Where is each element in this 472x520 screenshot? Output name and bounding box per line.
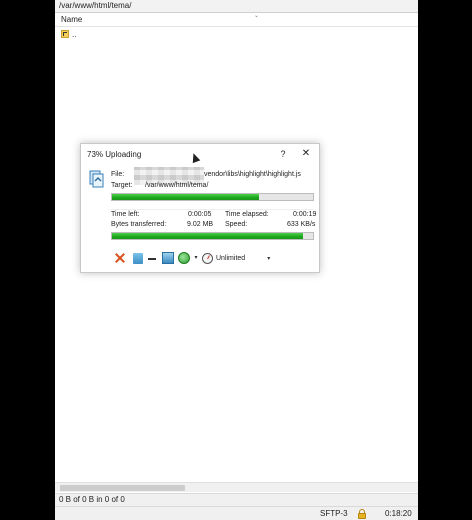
time-left-label: Time left: — [111, 211, 140, 218]
sort-arrow-icon: ⌄ — [254, 13, 260, 19]
chevron-down-icon[interactable]: ▾ — [193, 251, 199, 265]
speed-icon[interactable] — [177, 251, 191, 265]
protocol-label: SFTP-3 — [320, 509, 348, 518]
target-label: Target: — [111, 182, 133, 189]
dialog-title: 73% Uploading — [87, 150, 142, 159]
gauge-icon[interactable] — [202, 252, 213, 264]
upload-progress-dialog: 73% Uploading ? ✕ File: vendor\libs\high… — [80, 143, 320, 273]
help-button[interactable]: ? — [277, 148, 289, 160]
time-left-value: 0:00:05 — [188, 211, 212, 218]
speed-limit-value[interactable]: Unlimited — [216, 255, 245, 262]
session-status-bar: SFTP-3 0:18:20 — [55, 506, 418, 520]
parent-folder-icon — [61, 30, 69, 38]
total-progress-bar — [111, 232, 314, 240]
cancel-icon[interactable] — [113, 251, 127, 265]
lock-icon[interactable] — [358, 509, 366, 519]
speed-value: 633 KB/s — [287, 221, 316, 228]
close-button[interactable]: ✕ — [300, 148, 312, 160]
parent-directory-label: .. — [72, 29, 77, 39]
column-header-name[interactable]: Name — [55, 13, 418, 27]
scrollbar-thumb[interactable] — [60, 485, 185, 491]
file-label: File: — [111, 171, 125, 178]
queue-icon[interactable] — [161, 251, 175, 265]
horizontal-scrollbar[interactable] — [55, 482, 418, 492]
time-elapsed-value: 0:00:19 — [293, 211, 317, 218]
time-elapsed-label: Time elapsed: — [225, 211, 269, 218]
bytes-transferred-value: 9.02 MB — [187, 221, 214, 228]
target-path-value: /var/www/html/tema/ — [145, 182, 209, 189]
minimize-icon[interactable] — [145, 251, 159, 265]
speed-limit-dropdown-icon[interactable]: ▾ — [267, 255, 270, 262]
file-path-value: vendor\libs\highlight\highlight.js — [204, 171, 301, 178]
transfer-computer-icon — [89, 170, 104, 188]
divider — [111, 209, 314, 210]
move-to-background-icon[interactable] — [129, 251, 143, 265]
session-time: 0:18:20 — [385, 509, 412, 518]
path-bar[interactable]: /var/www/html/tema/ — [55, 0, 418, 13]
selection-status: 0 B of 0 B in 0 of 0 — [55, 493, 418, 506]
file-progress-fill — [112, 194, 259, 200]
parent-directory-row[interactable]: .. — [61, 28, 76, 40]
speed-label: Speed: — [225, 221, 248, 228]
dialog-toolbar: ▾ Unlimited ▾ — [113, 251, 270, 265]
mouse-cursor-icon — [189, 151, 201, 164]
bytes-transferred-label: Bytes transferred: — [111, 221, 167, 228]
total-progress-fill — [112, 233, 303, 239]
file-progress-bar — [111, 193, 314, 201]
